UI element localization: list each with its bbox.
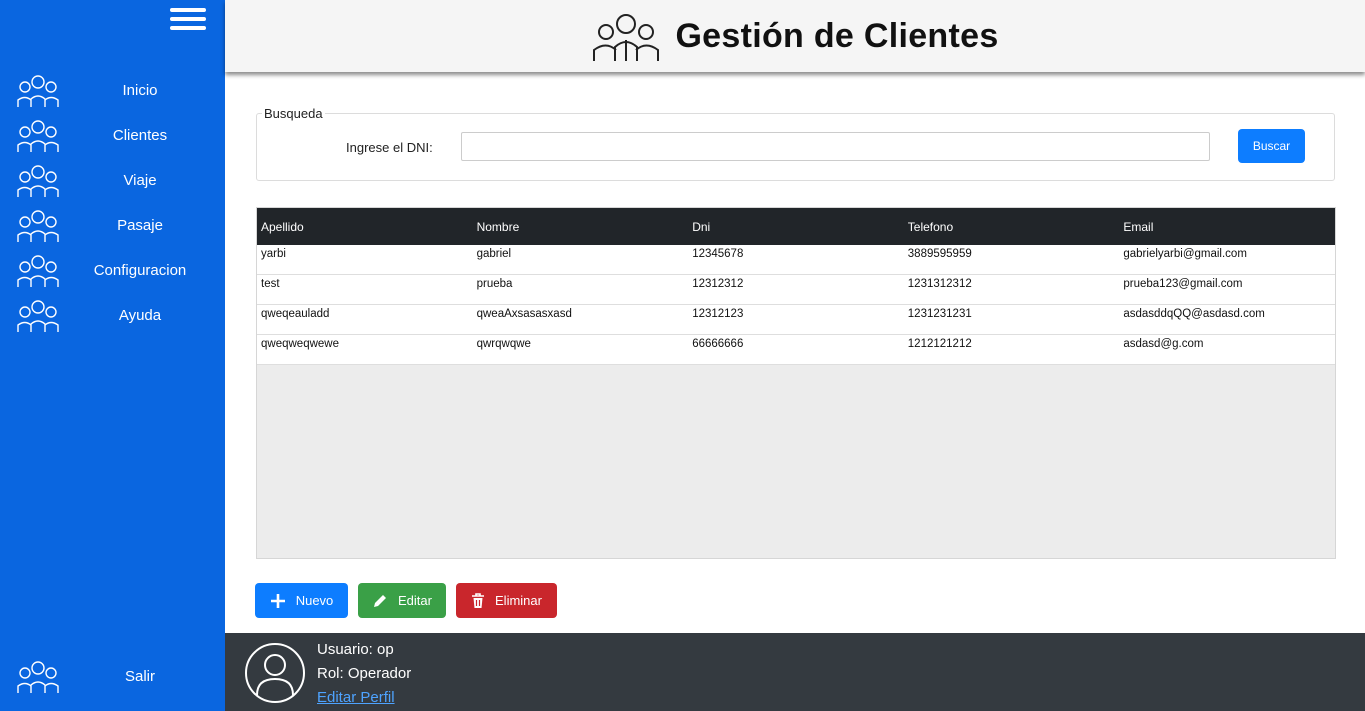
sidebar-item-label: Salir <box>124 667 155 685</box>
cell-apellido: qweqeauladd <box>261 308 330 320</box>
new-button-label: Nuevo <box>295 593 334 608</box>
table-row[interactable]: test prueba 12312312 1231312312 prueba12… <box>257 275 1335 305</box>
column-header-email[interactable]: Email <box>1119 220 1335 234</box>
column-header-telefono[interactable]: Telefono <box>904 220 1120 234</box>
sidebar-item-viaje[interactable]: Viaje <box>0 160 225 200</box>
delete-button[interactable]: Eliminar <box>456 583 557 618</box>
edit-button[interactable]: Editar <box>358 583 446 618</box>
sidebar-item-label: Clientes <box>112 126 168 144</box>
cell-apellido: yarbi <box>261 248 286 260</box>
sidebar-item-label: Viaje <box>123 171 157 189</box>
column-header-dni[interactable]: Dni <box>688 220 904 234</box>
sidebar-item-configuracion[interactable]: Configuracion <box>0 250 225 290</box>
group-icon <box>17 120 59 152</box>
search-button[interactable]: Buscar <box>1238 129 1305 163</box>
cell-dni: 12312123 <box>692 308 744 320</box>
pencil-icon <box>374 594 387 607</box>
column-header-apellido[interactable]: Apellido <box>257 220 473 234</box>
cell-email: gabrielyarbi@gmail.com <box>1123 248 1247 260</box>
dni-label: Ingrese el DNI: <box>346 140 433 155</box>
cell-nombre: gabriel <box>476 248 512 260</box>
edit-profile-link[interactable]: Editar Perfil <box>317 689 395 706</box>
sidebar-item-label: Pasaje <box>117 216 163 234</box>
dni-input[interactable] <box>461 132 1210 161</box>
cell-telefono: 1231231231 <box>907 308 972 320</box>
page-title: Gestión de Clientes <box>675 16 999 55</box>
table-row[interactable]: qweqweqwewe qwrqwqwe 66666666 1212121212… <box>257 335 1335 365</box>
clients-group-icon <box>593 14 660 61</box>
column-header-nombre[interactable]: Nombre <box>473 220 689 234</box>
table-row[interactable]: yarbi gabriel 12345678 3889595959 gabrie… <box>257 245 1335 275</box>
cell-apellido: test <box>261 278 280 290</box>
delete-button-label: Eliminar <box>495 593 542 608</box>
cell-nombre: qwrqwqwe <box>476 338 531 350</box>
user-avatar-icon <box>245 643 305 703</box>
page-header: Gestión de Clientes <box>225 0 1365 72</box>
cell-apellido: qweqweqwewe <box>261 338 339 350</box>
cell-dni: 12345678 <box>692 248 744 260</box>
user-footer: Usuario: op Rol: Operador Editar Perfil <box>225 633 1365 711</box>
new-button[interactable]: Nuevo <box>255 583 348 618</box>
trash-icon <box>472 592 485 608</box>
cell-telefono: 3889595959 <box>907 248 972 260</box>
cell-telefono: 1212121212 <box>907 338 972 350</box>
sidebar-item-label: Configuracion <box>93 261 187 279</box>
cell-email: prueba123@gmail.com <box>1123 278 1243 290</box>
group-icon <box>17 300 59 332</box>
table-header: Apellido Nombre Dni Telefono Email <box>257 208 1335 245</box>
group-icon <box>17 75 59 107</box>
sidebar-item-label: Inicio <box>122 81 158 99</box>
group-icon <box>17 661 59 693</box>
cell-telefono: 1231312312 <box>907 278 972 290</box>
plus-icon <box>270 593 285 608</box>
table-row[interactable]: qweqeauladd qweaAxsasasxasd 12312123 123… <box>257 305 1335 335</box>
group-icon <box>17 210 59 242</box>
sidebar-item-pasaje[interactable]: Pasaje <box>0 205 225 245</box>
group-icon <box>17 165 59 197</box>
cell-email: asdasd@g.com <box>1123 338 1204 350</box>
sidebar-item-label: Ayuda <box>118 306 162 324</box>
sidebar-item-salir[interactable]: Salir <box>0 656 225 696</box>
search-legend: Busqueda <box>262 106 325 121</box>
sidebar-item-clientes[interactable]: Clientes <box>0 115 225 155</box>
sidebar-item-ayuda[interactable]: Ayuda <box>0 295 225 335</box>
user-role: Rol: Operador <box>317 665 412 682</box>
cell-dni: 12312312 <box>692 278 744 290</box>
sidebar: Inicio Clientes Viaje Pasaje Configuraci… <box>0 0 225 711</box>
edit-button-label: Editar <box>398 593 432 608</box>
sidebar-item-inicio[interactable]: Inicio <box>0 70 225 110</box>
clients-table[interactable]: Apellido Nombre Dni Telefono Email yarbi… <box>256 207 1336 559</box>
cell-dni: 66666666 <box>692 338 744 350</box>
group-icon <box>17 255 59 287</box>
user-name: Usuario: op <box>317 641 394 658</box>
cell-nombre: qweaAxsasasxasd <box>476 308 572 320</box>
cell-email: asdasddqQQ@asdasd.com <box>1123 308 1265 320</box>
cell-nombre: prueba <box>476 278 513 290</box>
hamburger-icon[interactable] <box>170 8 206 32</box>
